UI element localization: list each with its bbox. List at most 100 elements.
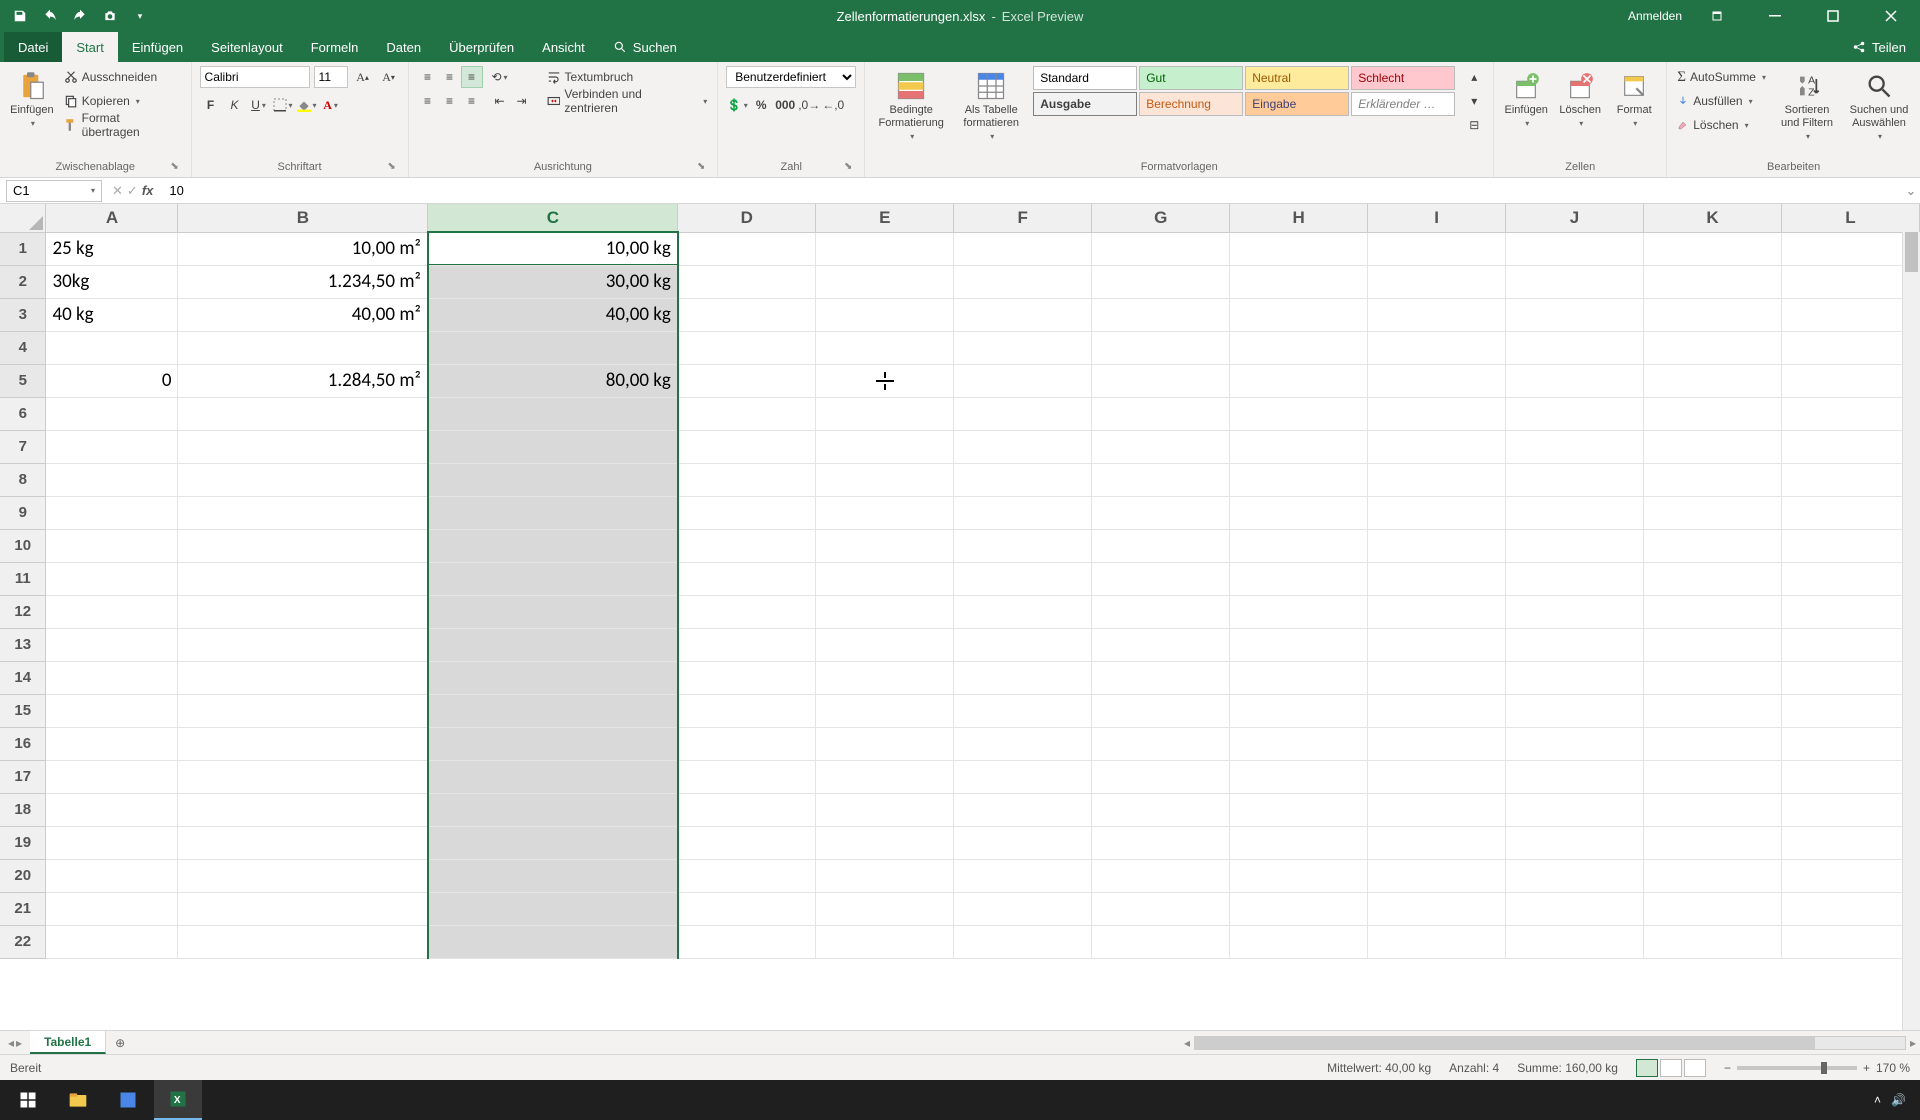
sheet-nav-first-icon[interactable]: ◂ (8, 1036, 14, 1050)
cell-J13[interactable] (1506, 628, 1644, 661)
cell-K16[interactable] (1644, 727, 1782, 760)
increase-font-icon[interactable]: A▴ (352, 66, 374, 88)
cell-J21[interactable] (1506, 892, 1644, 925)
cell-F2[interactable] (954, 265, 1092, 298)
cell-I14[interactable] (1368, 661, 1506, 694)
cell-F15[interactable] (954, 694, 1092, 727)
row-header-10[interactable]: 10 (0, 529, 46, 562)
cell-K6[interactable] (1644, 397, 1782, 430)
merge-center-button[interactable]: Verbinden und zentrieren▾ (545, 90, 710, 112)
sheet-nav-prev-icon[interactable]: ▸ (16, 1036, 22, 1050)
cell-C4[interactable] (428, 331, 678, 364)
clipboard-launcher-icon[interactable]: ⬊ (169, 161, 181, 173)
cell-A20[interactable] (46, 859, 178, 892)
cell-A19[interactable] (46, 826, 178, 859)
cell-A11[interactable] (46, 562, 178, 595)
cell-E16[interactable] (816, 727, 954, 760)
horizontal-scrollbar[interactable]: ◂ ▸ (1180, 1031, 1920, 1054)
cell-D13[interactable] (678, 628, 816, 661)
cell-B1[interactable]: 10,00 m² (178, 232, 428, 265)
insert-cells-button[interactable]: Einfügen▾ (1502, 66, 1550, 150)
cell-I5[interactable] (1368, 364, 1506, 397)
cell-I8[interactable] (1368, 463, 1506, 496)
cell-H7[interactable] (1230, 430, 1368, 463)
cell-D6[interactable] (678, 397, 816, 430)
cell-K19[interactable] (1644, 826, 1782, 859)
cell-D16[interactable] (678, 727, 816, 760)
cell-G18[interactable] (1092, 793, 1230, 826)
column-header-A[interactable]: A (46, 204, 178, 232)
view-page-break-icon[interactable] (1684, 1059, 1706, 1077)
cell-C11[interactable] (428, 562, 678, 595)
cell-B14[interactable] (178, 661, 428, 694)
row-header-15[interactable]: 15 (0, 694, 46, 727)
column-header-D[interactable]: D (678, 204, 816, 232)
format-painter-button[interactable]: Format übertragen (62, 114, 183, 136)
cell-L12[interactable] (1781, 595, 1919, 628)
cell-I7[interactable] (1368, 430, 1506, 463)
cell-H5[interactable] (1230, 364, 1368, 397)
tab-datei[interactable]: Datei (4, 32, 62, 62)
taskbar-excel-icon[interactable]: X (154, 1080, 202, 1120)
cell-B20[interactable] (178, 859, 428, 892)
cell-F8[interactable] (954, 463, 1092, 496)
cell-E5[interactable] (816, 364, 954, 397)
cell-D15[interactable] (678, 694, 816, 727)
cell-B19[interactable] (178, 826, 428, 859)
column-header-L[interactable]: L (1781, 204, 1919, 232)
row-header-17[interactable]: 17 (0, 760, 46, 793)
expand-formula-bar-icon[interactable]: ⌄ (1902, 183, 1920, 199)
cell-H9[interactable] (1230, 496, 1368, 529)
signin-link[interactable]: Anmelden (1628, 9, 1682, 23)
cell-H18[interactable] (1230, 793, 1368, 826)
tray-chevron-icon[interactable]: ˄ (1874, 1093, 1881, 1107)
cell-D22[interactable] (678, 925, 816, 958)
cell-J14[interactable] (1506, 661, 1644, 694)
cell-K18[interactable] (1644, 793, 1782, 826)
view-normal-icon[interactable] (1636, 1059, 1658, 1077)
cell-E2[interactable] (816, 265, 954, 298)
cell-L15[interactable] (1781, 694, 1919, 727)
cell-E3[interactable] (816, 298, 954, 331)
tab-seitenlayout[interactable]: Seitenlayout (197, 32, 297, 62)
find-select-button[interactable]: Suchen und Auswählen▾ (1846, 66, 1912, 150)
cell-D17[interactable] (678, 760, 816, 793)
cell-L6[interactable] (1781, 397, 1919, 430)
format-cells-button[interactable]: Format▾ (1610, 66, 1658, 150)
cell-H8[interactable] (1230, 463, 1368, 496)
cell-J18[interactable] (1506, 793, 1644, 826)
cell-A14[interactable] (46, 661, 178, 694)
cell-B11[interactable] (178, 562, 428, 595)
decrease-font-icon[interactable]: A▾ (378, 66, 400, 88)
cell-L21[interactable] (1781, 892, 1919, 925)
row-header-20[interactable]: 20 (0, 859, 46, 892)
cell-C14[interactable] (428, 661, 678, 694)
cell-K15[interactable] (1644, 694, 1782, 727)
cell-K21[interactable] (1644, 892, 1782, 925)
cell-G19[interactable] (1092, 826, 1230, 859)
cell-K7[interactable] (1644, 430, 1782, 463)
cell-C8[interactable] (428, 463, 678, 496)
cell-C7[interactable] (428, 430, 678, 463)
alignment-launcher-icon[interactable]: ⬊ (695, 161, 707, 173)
cell-J22[interactable] (1506, 925, 1644, 958)
fx-icon[interactable]: fx (142, 183, 154, 198)
row-header-6[interactable]: 6 (0, 397, 46, 430)
cell-L10[interactable] (1781, 529, 1919, 562)
cell-H13[interactable] (1230, 628, 1368, 661)
fill-button[interactable]: Ausfüllen▾ (1675, 90, 1768, 112)
cellstyle-standard[interactable]: Standard (1033, 66, 1137, 90)
accounting-format-icon[interactable]: 💲▾ (726, 94, 748, 116)
camera-icon[interactable] (98, 4, 122, 28)
cell-C5[interactable]: 80,00 kg (428, 364, 678, 397)
cell-E13[interactable] (816, 628, 954, 661)
cell-L16[interactable] (1781, 727, 1919, 760)
cell-F20[interactable] (954, 859, 1092, 892)
cell-D12[interactable] (678, 595, 816, 628)
cell-A3[interactable]: 40 kg (46, 298, 178, 331)
cell-H22[interactable] (1230, 925, 1368, 958)
cell-K17[interactable] (1644, 760, 1782, 793)
cell-C22[interactable] (428, 925, 678, 958)
styles-scroll-down-icon[interactable]: ▾ (1463, 90, 1485, 112)
row-header-12[interactable]: 12 (0, 595, 46, 628)
